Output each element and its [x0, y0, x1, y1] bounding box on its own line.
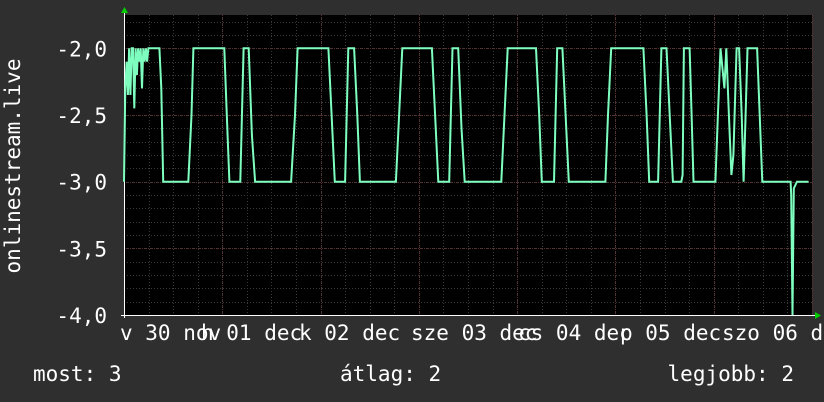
x-tick-label: szo 06 dec	[722, 321, 824, 345]
stat-now: most: 3	[33, 362, 122, 386]
x-tick-label: p 05 dec	[620, 321, 721, 345]
stat-best: legjobb: 2	[668, 362, 794, 386]
x-tick-label: cs 04 dec	[518, 321, 632, 345]
y-axis-label: onlinestream.live	[1, 59, 25, 274]
stat-average: átlag: 2	[340, 362, 441, 386]
stat-best-value: 2	[781, 362, 794, 386]
y-tick-label: -2,0	[56, 37, 107, 61]
stat-average-value: 2	[428, 362, 442, 386]
line-chart: -2,0-2,5-3,0-3,5-4,0v 30 novh 01 deck 02…	[1, 7, 824, 345]
y-tick-label: -3,5	[56, 237, 107, 261]
x-tick-label: h 01 dec	[201, 321, 302, 345]
stat-average-label: átlag:	[340, 362, 416, 386]
stat-now-value: 3	[108, 362, 122, 386]
y-tick-label: -4,0	[56, 304, 107, 328]
x-axis-arrow	[815, 312, 821, 319]
y-tick-label: -3,0	[56, 171, 107, 195]
y-axis-arrow	[121, 7, 128, 13]
x-tick-label: k 02 dec	[299, 321, 400, 345]
stat-now-label: most:	[33, 362, 97, 386]
stat-best-label: legjobb:	[667, 362, 769, 386]
y-tick-label: -2,5	[56, 104, 107, 128]
